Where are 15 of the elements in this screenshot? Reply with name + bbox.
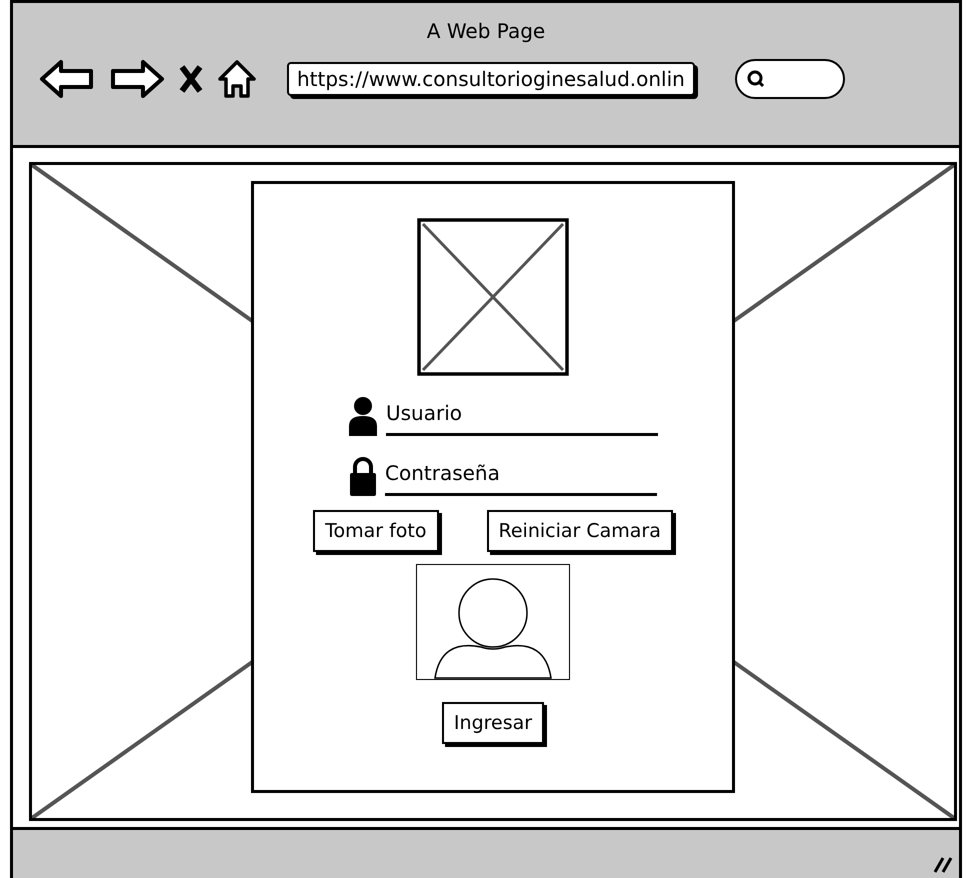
restart-camera-button[interactable]: Reiniciar Camara [486,510,673,552]
window-title: A Web Page [426,19,546,43]
home-icon[interactable] [217,59,257,99]
username-field[interactable]: Usuario [386,397,658,436]
password-field[interactable]: Contraseña [385,457,657,496]
back-arrow-icon[interactable] [39,59,95,99]
close-icon[interactable] [179,64,203,94]
take-photo-button[interactable]: Tomar foto [313,510,439,552]
url-field[interactable]: https://www.consultorioginesalud.onlin [287,62,695,96]
user-icon [348,396,378,436]
forward-arrow-icon[interactable] [109,59,165,99]
login-button[interactable]: Ingresar [442,702,544,744]
lock-icon [349,456,377,496]
search-icon [746,70,765,88]
search-field[interactable] [734,59,845,99]
